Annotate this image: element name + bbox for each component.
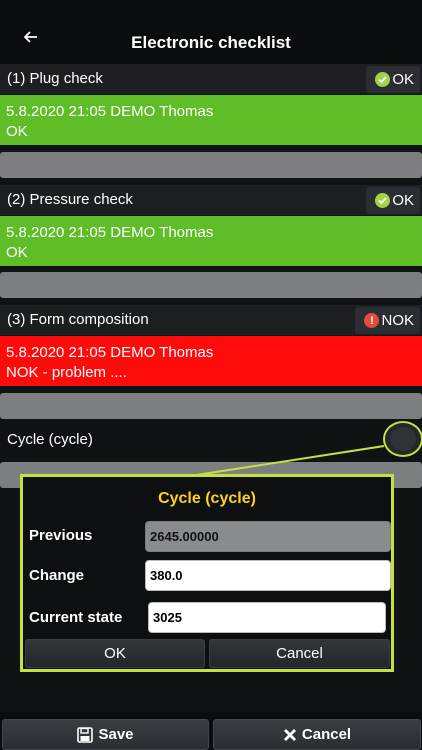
save-label: Save (98, 726, 134, 743)
status-ok-button[interactable]: OK (366, 187, 420, 214)
note-field[interactable] (0, 272, 422, 298)
checklist-item-form-composition: (3) Form composition ! NOK (0, 305, 422, 335)
save-button[interactable]: Save (2, 719, 209, 750)
result-status: OK (6, 123, 28, 140)
result-status: OK (6, 244, 28, 261)
status-label: OK (392, 71, 414, 88)
dialog-cancel-button[interactable]: Cancel (209, 639, 390, 668)
result-meta: 5.8.2020 21:05 DEMO Thomas (6, 224, 214, 241)
cycle-dialog: Cycle (cycle) Previous Change Current st… (20, 474, 394, 672)
cycle-button-knob (390, 427, 416, 451)
floppy-disk-icon (77, 726, 94, 743)
item-label: (3) Form composition (7, 311, 149, 328)
change-field[interactable] (145, 560, 391, 591)
page-title: Electronic checklist (131, 33, 291, 52)
item-label: (2) Pressure check (7, 191, 133, 208)
app-header: Electronic checklist (0, 0, 422, 64)
status-label: OK (392, 192, 414, 209)
dialog-ok-button[interactable]: OK (25, 639, 205, 668)
item-label: (1) Plug check (7, 70, 103, 87)
exclamation-circle-icon: ! (364, 313, 380, 328)
change-label: Change (29, 567, 85, 584)
result-status: NOK - problem .... (6, 364, 127, 381)
cancel-button[interactable]: Cancel (213, 719, 421, 750)
result-meta: 5.8.2020 21:05 DEMO Thomas (6, 344, 214, 361)
previous-field (145, 521, 391, 552)
status-ok-button[interactable]: OK (366, 66, 420, 93)
checklist-item-pressure-check: (2) Pressure check OK (0, 185, 422, 215)
result-row: 5.8.2020 21:05 DEMO Thomas OK (0, 95, 422, 145)
status-label: NOK (381, 312, 414, 329)
check-circle-icon (375, 72, 391, 87)
result-row: 5.8.2020 21:05 DEMO Thomas OK (0, 216, 422, 266)
result-row: 5.8.2020 21:05 DEMO Thomas NOK - problem… (0, 336, 422, 386)
check-circle-icon (375, 193, 391, 208)
note-field[interactable] (0, 152, 422, 178)
cancel-label: Cancel (301, 726, 352, 743)
close-icon (283, 728, 296, 741)
previous-label: Previous (29, 527, 93, 544)
cycle-input-button[interactable] (383, 421, 422, 457)
current-state-field[interactable] (148, 602, 386, 633)
cycle-label: Cycle (cycle) (7, 431, 93, 448)
footer-bar: Save Cancel (0, 712, 422, 750)
note-field[interactable] (0, 393, 422, 419)
current-state-label: Current state (29, 609, 123, 626)
checklist-item-plug-check: (1) Plug check OK (0, 64, 422, 94)
result-meta: 5.8.2020 21:05 DEMO Thomas (6, 103, 214, 120)
dialog-title: Cycle (cycle) (158, 490, 256, 507)
status-nok-button[interactable]: ! NOK (355, 307, 420, 334)
